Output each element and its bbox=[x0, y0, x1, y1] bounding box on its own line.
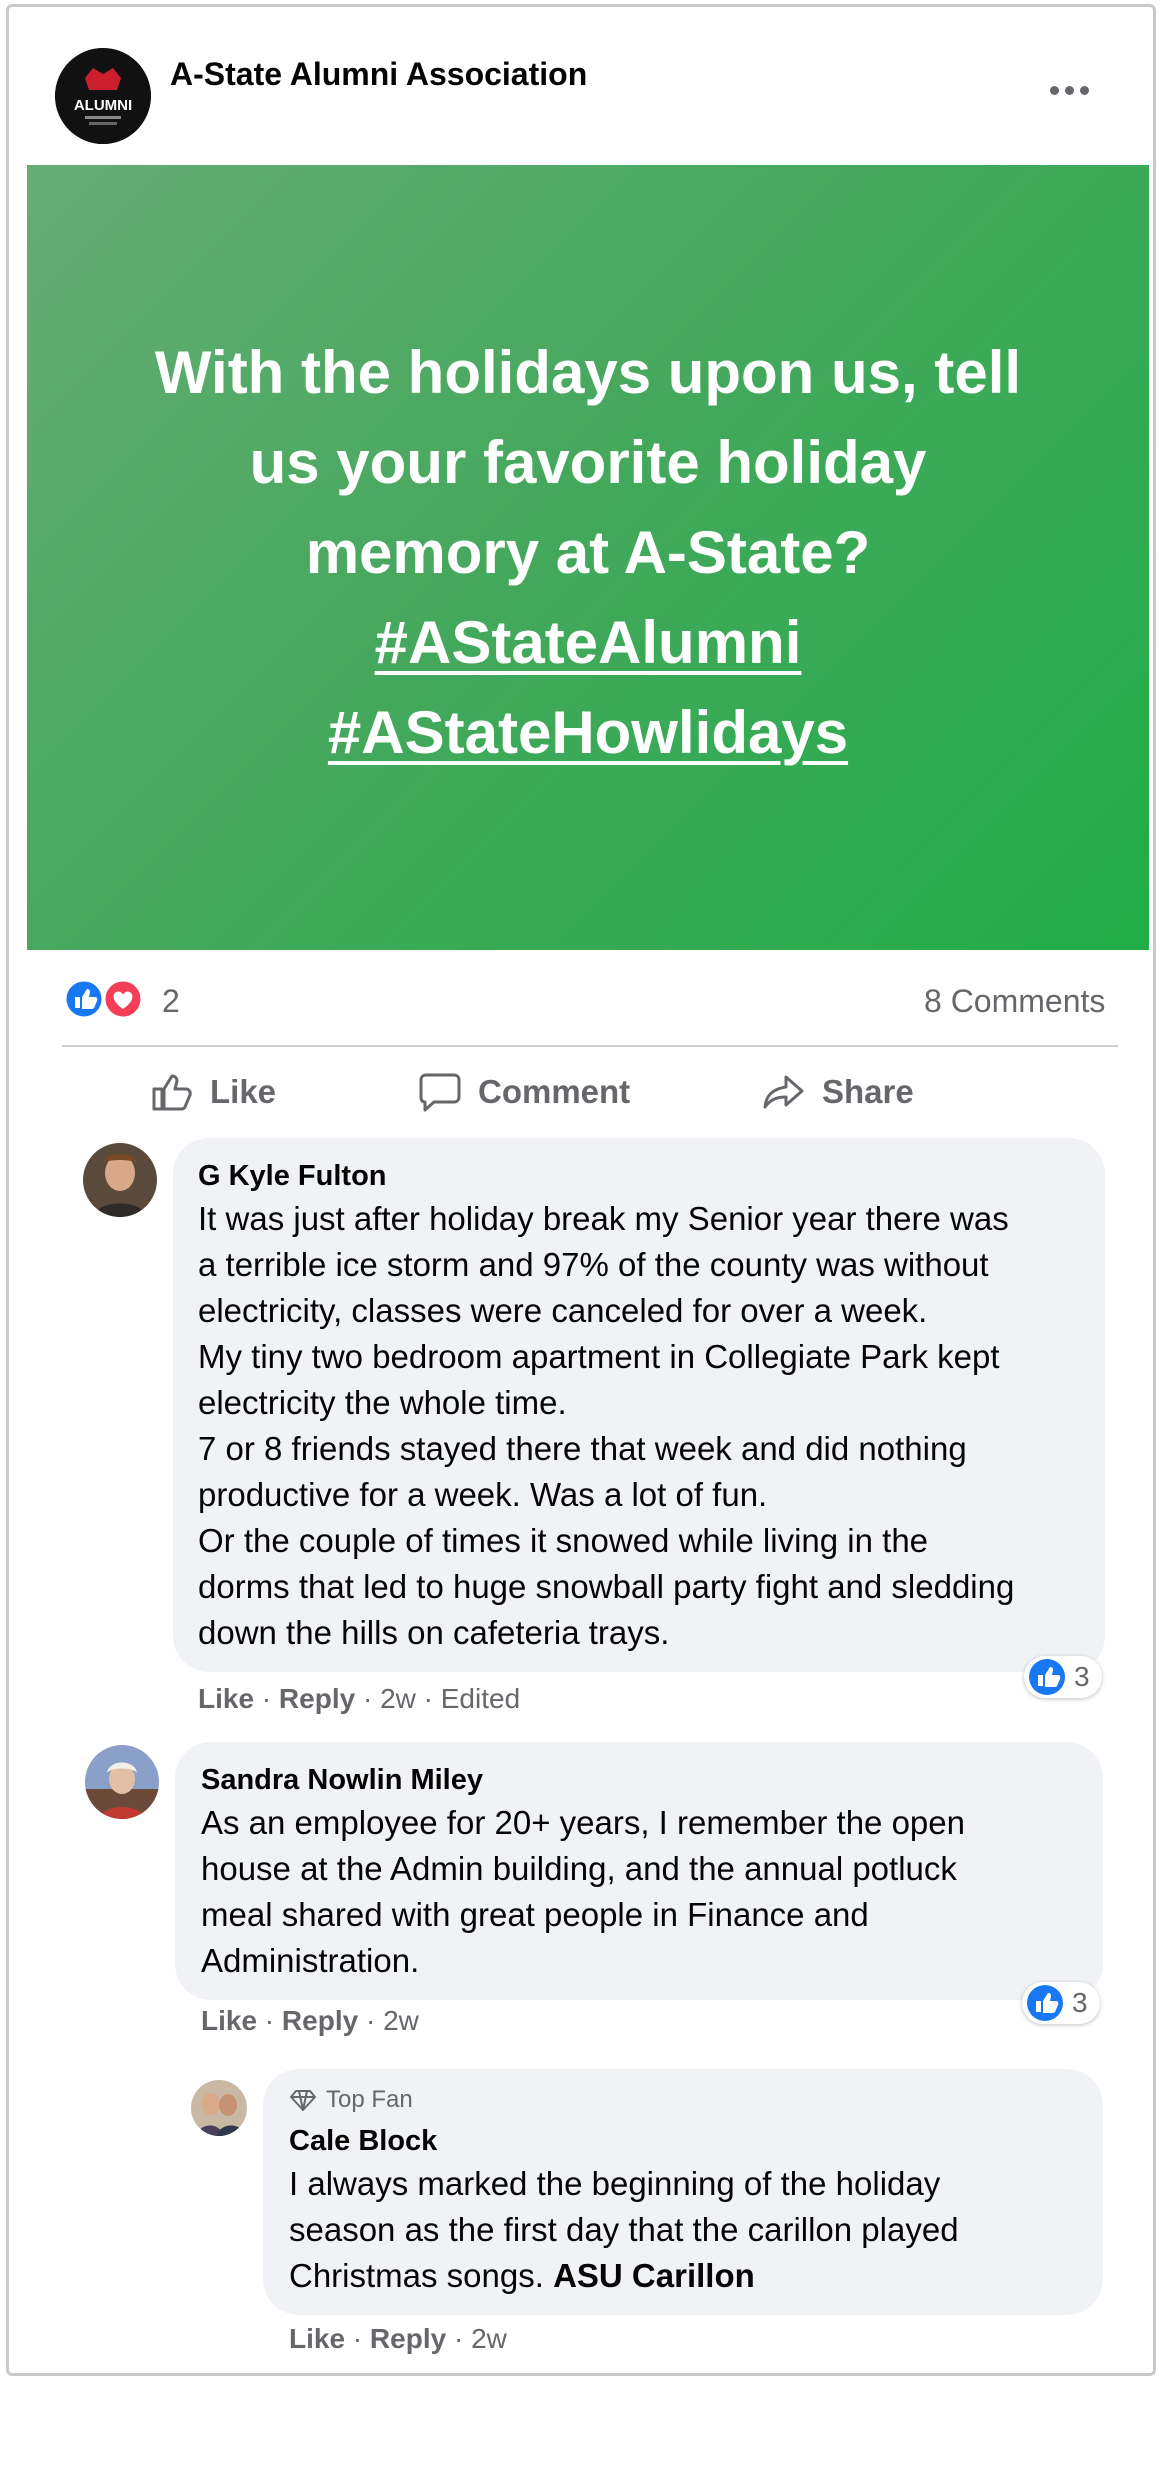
reply-author[interactable]: Cale Block bbox=[289, 2125, 437, 2158]
share-icon bbox=[763, 1075, 804, 1109]
comment-author[interactable]: Sandra Nowlin Miley bbox=[201, 1764, 483, 1797]
comment-like-link[interactable]: Like bbox=[289, 2323, 345, 2354]
reply-meta: Like · Reply · 2w bbox=[289, 2323, 507, 2354]
comment-line: Administration. bbox=[201, 1942, 420, 1979]
commenter-avatar[interactable] bbox=[191, 2080, 247, 2136]
comment-line: productive for a week. Was a lot of fun. bbox=[198, 1476, 768, 1513]
comment-reactions-badge[interactable]: 3 bbox=[1022, 1982, 1100, 2024]
comment-reactions-badge[interactable]: 3 bbox=[1024, 1656, 1102, 1698]
post-text-line: us your favorite holiday bbox=[249, 428, 927, 496]
comment-line: It was just after holiday break my Senio… bbox=[198, 1200, 1009, 1237]
comment-line: I always marked the beginning of the hol… bbox=[289, 2165, 941, 2202]
comment-label: Comment bbox=[478, 1073, 631, 1110]
comment-line: season as the first day that the carillo… bbox=[289, 2211, 959, 2248]
comment-reply-link[interactable]: Reply bbox=[370, 2323, 446, 2354]
thumbs-up-icon bbox=[152, 1074, 192, 1111]
comment-line: Or the couple of times it snowed while l… bbox=[198, 1522, 929, 1559]
share-label: Share bbox=[822, 1073, 914, 1110]
reply-text: I always marked the beginning of the hol… bbox=[289, 2161, 1089, 2299]
svg-text:ALUMNI: ALUMNI bbox=[74, 97, 132, 114]
comment-line: Christmas songs. ASU Carillon bbox=[289, 2253, 1089, 2299]
comment-reply-link[interactable]: Reply bbox=[279, 1683, 355, 1714]
alumni-logo-icon: ALUMNI bbox=[55, 48, 151, 144]
page-avatar[interactable]: ALUMNI bbox=[55, 48, 151, 144]
like-reaction-icon bbox=[1027, 1985, 1063, 2021]
comment-time[interactable]: 2w bbox=[380, 1683, 416, 1714]
reaction-count: 3 bbox=[1072, 1987, 1088, 2018]
comment-button[interactable]: Comment bbox=[418, 1066, 630, 1118]
like-button[interactable]: Like bbox=[150, 1066, 276, 1118]
comment-reply-link[interactable]: Reply bbox=[282, 2005, 358, 2036]
mention-link[interactable]: ASU Carillon bbox=[553, 2257, 755, 2294]
love-reaction-icon bbox=[102, 978, 144, 1020]
comment-like-link[interactable]: Like bbox=[198, 1683, 254, 1714]
page-name[interactable]: A-State Alumni Association bbox=[170, 56, 587, 93]
hashtag-link[interactable]: #AStateHowlidays bbox=[328, 688, 848, 778]
post-text-line: memory at A-State? bbox=[305, 518, 871, 586]
top-fan-label: Top Fan bbox=[326, 2086, 413, 2113]
comments-count[interactable]: 8 Comments bbox=[924, 983, 1105, 1020]
comment-meta: Like · Reply · 2w bbox=[201, 2005, 419, 2036]
comment-time[interactable]: 2w bbox=[471, 2323, 507, 2354]
comment-icon bbox=[419, 1073, 461, 1112]
share-button[interactable]: Share bbox=[762, 1066, 914, 1118]
reaction-count[interactable]: 2 bbox=[162, 983, 180, 1020]
commenter-avatar[interactable] bbox=[83, 1143, 157, 1217]
comment-line: a terrible ice storm and 97% of the coun… bbox=[198, 1246, 989, 1283]
comment-text: As an employee for 20+ years, I remember… bbox=[201, 1800, 1081, 1984]
comment-line: As an employee for 20+ years, I remember… bbox=[201, 1804, 965, 1841]
profile-photo-icon bbox=[85, 1745, 159, 1819]
reaction-count: 3 bbox=[1074, 1661, 1090, 1692]
comment-meta: Like · Reply · 2w · Edited bbox=[198, 1683, 521, 1714]
top-fan-badge: Top Fan bbox=[290, 2086, 413, 2114]
commenter-avatar[interactable] bbox=[85, 1745, 159, 1819]
more-options-icon[interactable] bbox=[1050, 80, 1100, 100]
profile-photo-icon bbox=[191, 2080, 247, 2136]
post-text-line: With the holidays upon us, tell bbox=[154, 338, 1022, 406]
comment-like-link[interactable]: Like bbox=[201, 2005, 257, 2036]
comment-line: 7 or 8 friends stayed there that week an… bbox=[198, 1430, 967, 1467]
edited-label: Edited bbox=[440, 1683, 521, 1714]
comment-text: It was just after holiday break my Senio… bbox=[198, 1196, 1098, 1656]
diamond-icon bbox=[290, 2090, 316, 2111]
comment-line-text: Christmas songs. bbox=[289, 2257, 544, 2294]
profile-photo-icon bbox=[83, 1143, 157, 1217]
reaction-icons[interactable] bbox=[63, 978, 148, 1020]
like-reaction-icon bbox=[1029, 1659, 1065, 1695]
comment-line: meal shared with great people in Finance… bbox=[201, 1896, 869, 1933]
divider bbox=[62, 1045, 1118, 1047]
comment-line: My tiny two bedroom apartment in Collegi… bbox=[198, 1338, 1000, 1375]
like-label: Like bbox=[210, 1073, 277, 1110]
comment-author[interactable]: G Kyle Fulton bbox=[198, 1160, 387, 1193]
post-image[interactable]: With the holidays upon us, tell us your … bbox=[27, 165, 1149, 950]
like-reaction-icon bbox=[63, 978, 105, 1020]
comment-line: electricity the whole time. bbox=[198, 1384, 567, 1421]
hashtag-link[interactable]: #AStateAlumni bbox=[375, 598, 802, 688]
comment-line: electricity, classes were canceled for o… bbox=[198, 1292, 928, 1329]
comment-line: down the hills on cafeteria trays. bbox=[198, 1614, 670, 1651]
comment-line: house at the Admin building, and the ann… bbox=[201, 1850, 957, 1887]
comment-time[interactable]: 2w bbox=[383, 2005, 419, 2036]
comment-line: dorms that led to huge snowball party fi… bbox=[198, 1568, 1015, 1605]
